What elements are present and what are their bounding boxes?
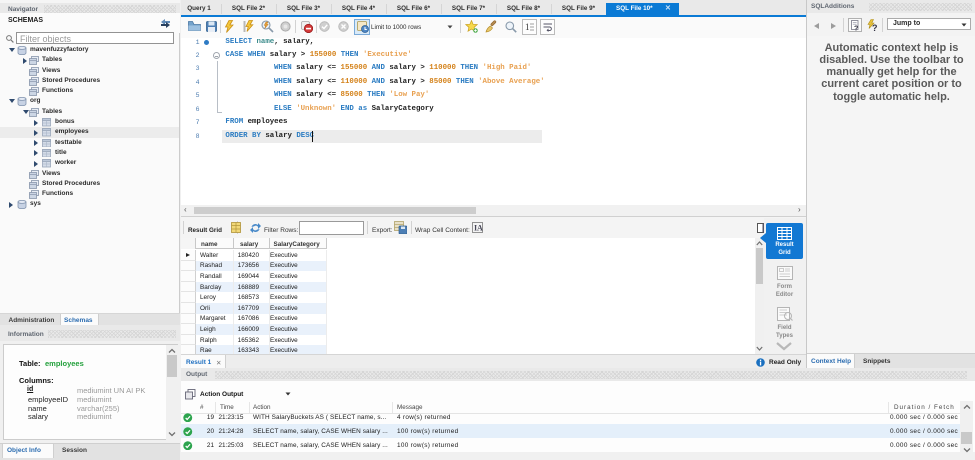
- svg-text:?: ?: [854, 26, 858, 32]
- svg-text:1: 1: [525, 22, 530, 32]
- svg-text:?: ?: [872, 23, 878, 32]
- svg-text:A: A: [477, 224, 483, 233]
